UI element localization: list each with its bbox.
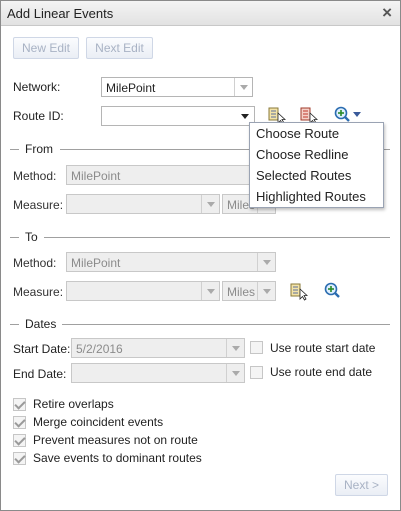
- section-divider: [10, 237, 19, 238]
- use-route-start-date-checkbox[interactable]: [250, 341, 263, 354]
- to-measure-label: Measure:: [13, 285, 64, 299]
- use-route-end-date-checkbox[interactable]: [250, 366, 263, 379]
- zoom-in-icon[interactable]: [323, 281, 343, 301]
- chevron-down-icon: [201, 282, 219, 300]
- next-button[interactable]: Next >: [335, 474, 388, 496]
- menu-item-choose-route[interactable]: Choose Route: [250, 123, 383, 144]
- end-date-input[interactable]: [71, 363, 245, 383]
- chevron-down-icon: [226, 339, 244, 357]
- route-id-label: Route ID:: [13, 109, 64, 123]
- section-divider: [62, 324, 390, 325]
- start-date-input[interactable]: 5/2/2016: [71, 338, 245, 358]
- chevron-down-icon: [234, 78, 252, 96]
- from-method-select[interactable]: MilePoint: [66, 165, 276, 185]
- from-measure-input[interactable]: [66, 194, 220, 214]
- retire-overlaps-label: Retire overlaps: [33, 397, 114, 411]
- menu-item-choose-redline[interactable]: Choose Redline: [250, 144, 383, 165]
- prevent-measures-label: Prevent measures not on route: [33, 433, 198, 447]
- chevron-down-icon: [226, 364, 244, 382]
- window-title: Add Linear Events: [7, 6, 114, 21]
- dates-heading: Dates: [25, 317, 57, 331]
- save-dominant-checkbox[interactable]: [13, 452, 26, 465]
- menu-item-selected-routes[interactable]: Selected Routes: [250, 165, 383, 186]
- to-method-value: MilePoint: [71, 256, 121, 270]
- close-icon[interactable]: ×: [382, 3, 392, 23]
- merge-coincident-checkbox[interactable]: [13, 416, 26, 429]
- chevron-down-icon: [257, 253, 275, 271]
- from-measure-label: Measure:: [13, 198, 64, 212]
- route-id-combo[interactable]: [101, 106, 255, 126]
- to-units-select[interactable]: Miles: [222, 281, 276, 301]
- save-dominant-label: Save events to dominant routes: [33, 451, 202, 465]
- from-method-value: MilePoint: [71, 169, 121, 183]
- menu-item-highlighted-routes[interactable]: Highlighted Routes: [250, 186, 383, 207]
- title-bar: Add Linear Events ×: [1, 1, 400, 26]
- prevent-measures-checkbox[interactable]: [13, 434, 26, 447]
- next-edit-button[interactable]: Next Edit: [86, 37, 153, 59]
- section-divider: [44, 237, 390, 238]
- use-route-start-date-label: Use route start date: [270, 341, 376, 355]
- new-edit-button[interactable]: New Edit: [13, 37, 79, 59]
- start-date-value: 5/2/2016: [76, 342, 123, 356]
- merge-coincident-label: Merge coincident events: [33, 415, 164, 429]
- chevron-down-icon: [201, 195, 219, 213]
- to-measure-input[interactable]: [66, 281, 220, 301]
- to-section-header: To: [10, 230, 390, 244]
- route-dropdown-menu: Choose Route Choose Redline Selected Rou…: [249, 122, 384, 208]
- to-units-value: Miles: [227, 285, 256, 299]
- use-route-end-date-label: Use route end date: [270, 365, 373, 379]
- to-method-select[interactable]: MilePoint: [66, 252, 276, 272]
- to-heading: To: [25, 230, 38, 244]
- network-label: Network:: [13, 80, 61, 94]
- dates-section-header: Dates: [10, 317, 390, 331]
- from-method-label: Method:: [13, 169, 57, 183]
- start-date-label: Start Date:: [13, 342, 71, 356]
- add-linear-events-panel: Add Linear Events × New Edit Next Edit N…: [0, 0, 401, 511]
- to-method-label: Method:: [13, 256, 57, 270]
- network-select[interactable]: MilePoint: [101, 77, 253, 97]
- from-heading: From: [25, 142, 53, 156]
- retire-overlaps-checkbox[interactable]: [13, 398, 26, 411]
- section-divider: [10, 149, 19, 150]
- select-route-icon[interactable]: [289, 281, 309, 301]
- section-divider: [10, 324, 19, 325]
- chevron-down-icon: [257, 282, 275, 300]
- end-date-label: End Date:: [13, 367, 67, 381]
- network-value: MilePoint: [106, 81, 156, 95]
